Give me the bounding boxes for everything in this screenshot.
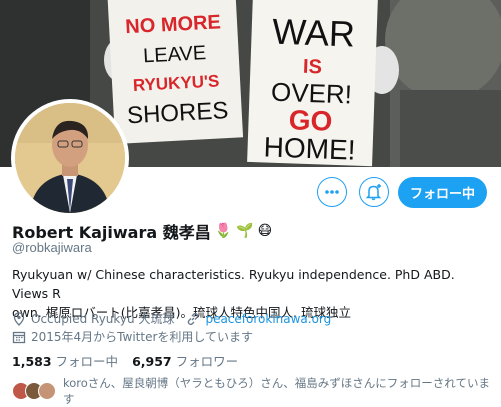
link-icon bbox=[186, 312, 200, 326]
following-label: フォロー中 bbox=[55, 354, 119, 369]
more-button[interactable] bbox=[317, 177, 347, 207]
followers-count: 6,957 bbox=[132, 354, 172, 369]
mask-face-icon: 😷 bbox=[257, 223, 273, 239]
avatar[interactable] bbox=[11, 99, 129, 217]
location-text: Occupied Ryukyu 大琉球 bbox=[31, 312, 175, 326]
notifications-button[interactable] bbox=[359, 177, 389, 207]
follower-avatars bbox=[12, 382, 56, 400]
banner-sign-right-line-2: IS bbox=[303, 56, 323, 79]
banner-sign-right-line-1: WAR bbox=[272, 11, 356, 55]
joined-row: 2015年4月からTwitterを利用しています bbox=[12, 328, 253, 345]
banner-sign-left-line-4: SHORES bbox=[126, 97, 229, 129]
more-dots-icon bbox=[325, 190, 339, 194]
tulip-icon: 🌷 bbox=[214, 223, 233, 239]
following-stat[interactable]: 1,583 フォロー中 bbox=[12, 351, 118, 370]
joined-date: 2015年4月からTwitterを利用しています bbox=[31, 330, 254, 344]
avatar-photo bbox=[15, 103, 125, 213]
followers-label: フォロワー bbox=[175, 354, 239, 369]
followers-stat[interactable]: 6,957 フォロワー bbox=[132, 351, 238, 370]
following-button[interactable]: フォロー中 bbox=[398, 177, 487, 208]
website-link[interactable]: peaceforokinawa.org bbox=[205, 312, 331, 326]
location-pin-icon bbox=[12, 311, 26, 326]
follow-stats: 1,583 フォロー中 6,957 フォロワー bbox=[12, 351, 238, 370]
follower-avatar bbox=[38, 382, 56, 400]
following-count: 1,583 bbox=[12, 354, 52, 369]
calendar-icon bbox=[12, 330, 26, 344]
bell-plus-icon bbox=[365, 184, 382, 201]
profile-meta-row: Occupied Ryukyu 大琉球 peaceforokinawa.org bbox=[12, 310, 331, 327]
username-handle: @robkajiwara bbox=[12, 240, 92, 255]
followed-by-text: koroさん、屋良朝博（ヤラともひろ）さん、福島みずほさんにフォローされています bbox=[63, 376, 490, 406]
banner-sign-right-line-5: HOME! bbox=[263, 131, 356, 165]
seedling-icon: 🌱 bbox=[236, 223, 254, 239]
bio-line-1: Ryukyuan w/ Chinese characteristics. Ryu… bbox=[12, 267, 455, 301]
banner-sign-left-line-2: LEAVE bbox=[143, 42, 207, 67]
followers-you-know[interactable]: koroさん、屋良朝博（ヤラともひろ）さん、福島みずほさんにフォローされています bbox=[12, 375, 501, 407]
